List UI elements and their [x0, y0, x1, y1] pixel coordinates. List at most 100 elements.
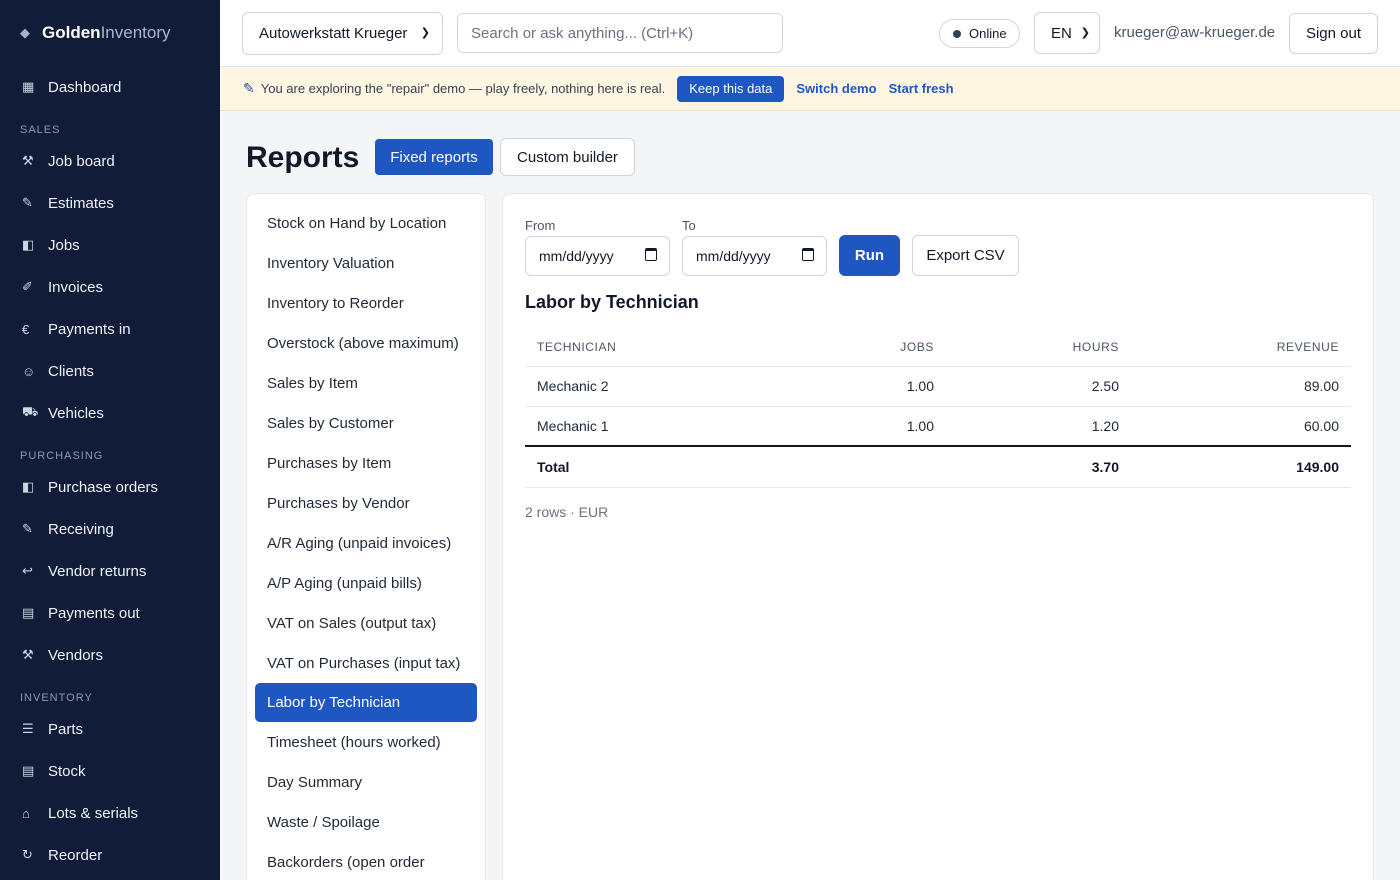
tools-icon: ⚒ [22, 153, 34, 168]
report-item-vat-on-purchases-input-tax[interactable]: VAT on Purchases (input tax) [255, 643, 477, 683]
sidebar-item-label: Estimates [48, 194, 114, 212]
start-fresh-link[interactable]: Start fresh [889, 81, 954, 96]
column-header-hours[interactable]: HOURS [946, 328, 1131, 367]
sidebar-item-purchase-orders[interactable]: ◧ Purchase orders [0, 466, 220, 508]
sidebar-item-label: Jobs [48, 236, 80, 254]
report-item-purchases-by-vendor[interactable]: Purchases by Vendor [255, 483, 477, 523]
report-item-day-summary[interactable]: Day Summary [255, 762, 477, 802]
search-input[interactable]: Search or ask anything... (Ctrl+K) [457, 13, 783, 53]
chevron-down-icon: ❯ [420, 27, 430, 39]
sidebar-section-purchasing: PURCHASING [20, 450, 104, 462]
panel-icon: ◧ [22, 479, 35, 494]
brand-name-light: Inventory [100, 23, 171, 42]
table-header-row: TECHNICIAN JOBS HOURS REVENUE [525, 328, 1351, 367]
sidebar-item-clients[interactable]: ☺ Clients [0, 350, 220, 392]
sidebar-item-vendor-returns[interactable]: ↩ Vendor returns [0, 550, 220, 592]
tab-custom-builder[interactable]: Custom builder [500, 138, 635, 176]
keep-data-button[interactable]: Keep this data [677, 75, 785, 102]
stock-icon: ▤ [22, 763, 35, 778]
sidebar-item-label: Lots & serials [48, 804, 139, 822]
total-hours: 3.70 [946, 445, 1131, 488]
report-panel: From mm/dd/yyyy To mm/dd/yyyy Run Export… [502, 193, 1374, 880]
demo-banner: ✎ You are exploring the "repair" demo — … [220, 67, 1400, 111]
run-button[interactable]: Run [839, 235, 900, 276]
report-item-stock-on-hand-by-location[interactable]: Stock on Hand by Location [255, 203, 477, 243]
sidebar-item-label: Reorder [48, 846, 103, 864]
sidebar-item-label: Parts [48, 720, 84, 738]
sidebar-item-label: Clients [48, 362, 94, 380]
cell-jobs: 1.00 [735, 366, 946, 407]
sidebar-item-label: Purchase orders [48, 478, 159, 496]
sidebar-item-vehicles[interactable]: ⛟ Vehicles [0, 392, 220, 434]
report-item-a-p-aging-unpaid-bills[interactable]: A/P Aging (unpaid bills) [255, 563, 477, 603]
cell-jobs: 1.00 [735, 406, 946, 447]
euro-icon: € [22, 321, 30, 337]
sidebar-item-job-board[interactable]: ⚒ Job board [0, 140, 220, 182]
language-select[interactable]: EN ❯ [1034, 12, 1100, 54]
report-item-a-r-aging-unpaid-invoices[interactable]: A/R Aging (unpaid invoices) [255, 523, 477, 563]
sidebar-item-label: Receiving [48, 520, 114, 538]
diamond-icon: ◆ [20, 25, 30, 40]
sidebar-item-stock[interactable]: ▤ Stock [0, 750, 220, 792]
tag-icon: ⌂ [22, 805, 30, 821]
list-icon: ☰ [22, 721, 34, 736]
export-csv-button[interactable]: Export CSV [912, 235, 1019, 276]
report-item-sales-by-customer[interactable]: Sales by Customer [255, 403, 477, 443]
calendar-icon[interactable] [802, 248, 814, 261]
report-item-inventory-valuation[interactable]: Inventory Valuation [255, 243, 477, 283]
table-footnote: 2 rows · EUR [525, 504, 609, 520]
switch-demo-link[interactable]: Switch demo [796, 81, 876, 96]
sidebar-item-jobs[interactable]: ◧ Jobs [0, 224, 220, 266]
pencil-icon: ✎ [22, 521, 33, 536]
tab-fixed-reports[interactable]: Fixed reports [375, 139, 493, 175]
report-title: Labor by Technician [525, 292, 699, 312]
sidebar-item-dashboard[interactable]: ▦ Dashboard [0, 66, 220, 108]
total-jobs [735, 445, 946, 488]
sidebar-item-payments-in[interactable]: € Payments in [0, 308, 220, 350]
report-item-backorders-open-order[interactable]: Backorders (open order [255, 842, 477, 880]
column-header-revenue[interactable]: REVENUE [1131, 328, 1351, 367]
company-select[interactable]: Autowerkstatt Krueger ❯ [242, 12, 443, 55]
sidebar-item-label: Job board [48, 152, 115, 170]
to-date-input[interactable]: mm/dd/yyyy [682, 236, 827, 276]
sidebar-item-label: Vendor returns [48, 562, 147, 580]
brand-logo[interactable]: ◆ Golden Inventory [0, 0, 220, 66]
panel-icon: ◧ [22, 237, 35, 252]
sidebar-item-label: Vehicles [48, 404, 104, 422]
report-item-waste-spoilage[interactable]: Waste / Spoilage [255, 802, 477, 842]
report-item-inventory-to-reorder[interactable]: Inventory to Reorder [255, 283, 477, 323]
sidebar-item-estimates[interactable]: ✎ Estimates [0, 182, 220, 224]
sidebar-item-label: Invoices [48, 278, 104, 296]
status-label: Online [969, 26, 1007, 41]
column-header-jobs[interactable]: JOBS [735, 328, 946, 367]
sidebar: ◆ Golden Inventory ▦ Dashboard SALES ⚒ Job bo… [0, 0, 220, 880]
report-item-purchases-by-item[interactable]: Purchases by Item [255, 443, 477, 483]
sidebar-item-label: Stock [48, 762, 86, 780]
sidebar-item-payments-out[interactable]: ▤ Payments out [0, 592, 220, 634]
sidebar-item-parts[interactable]: ☰ Parts [0, 708, 220, 750]
report-item-sales-by-item[interactable]: Sales by Item [255, 363, 477, 403]
sidebar-item-receiving[interactable]: ✎ Receiving [0, 508, 220, 550]
sidebar-item-label: Payments out [48, 604, 140, 622]
sign-out-button[interactable]: Sign out [1289, 13, 1378, 54]
user-email: krueger@aw-krueger.de [1114, 24, 1276, 41]
total-label: Total [525, 445, 735, 488]
sidebar-item-reorder[interactable]: ↻ Reorder [0, 834, 220, 876]
sidebar-item-invoices[interactable]: ✐ Invoices [0, 266, 220, 308]
sidebar-item-vendors[interactable]: ⚒ Vendors [0, 634, 220, 676]
company-select-value: Autowerkstatt Krueger [259, 25, 408, 42]
report-item-labor-by-technician[interactable]: Labor by Technician [255, 683, 477, 722]
brand-name-bold: Golden [42, 23, 101, 42]
column-header-technician[interactable]: TECHNICIAN [525, 328, 735, 367]
total-revenue: 149.00 [1131, 445, 1351, 488]
calendar-icon[interactable] [645, 248, 657, 261]
sidebar-item-lots-and-serials[interactable]: ⌂ Lots & serials [0, 792, 220, 834]
report-item-overstock-above-maximum[interactable]: Overstock (above maximum) [255, 323, 477, 363]
status-dot-icon [953, 29, 961, 38]
cell-hours: 2.50 [946, 366, 1131, 407]
report-item-vat-on-sales-output-tax[interactable]: VAT on Sales (output tax) [255, 603, 477, 643]
report-item-timesheet-hours-worked[interactable]: Timesheet (hours worked) [255, 722, 477, 762]
report-table: TECHNICIAN JOBS HOURS REVENUE Mechanic 2… [525, 328, 1351, 488]
from-date-input[interactable]: mm/dd/yyyy [525, 236, 670, 276]
cell-technician: Mechanic 2 [525, 366, 735, 407]
